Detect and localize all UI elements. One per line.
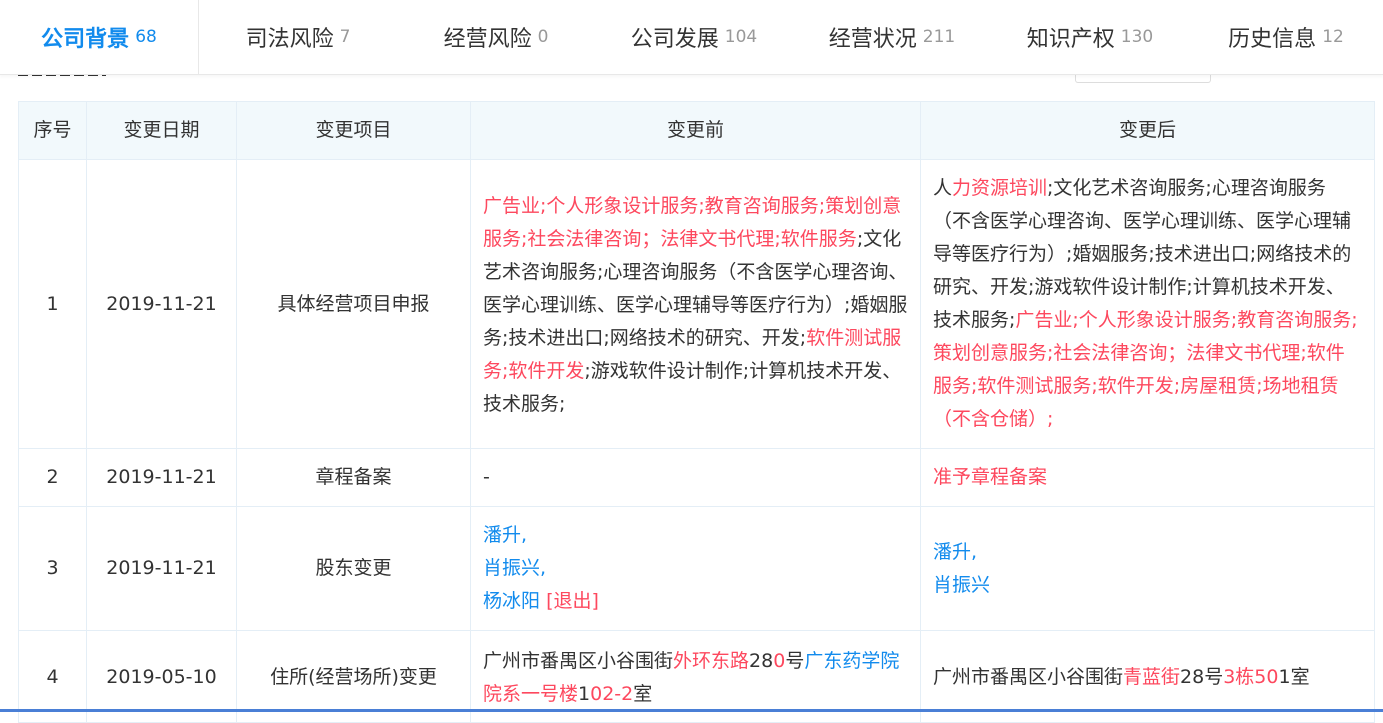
row-item: 股东变更 (236, 506, 471, 631)
row-item: 具体经营项目申报 (236, 159, 471, 449)
tab-company-development[interactable]: 公司发展 104 (595, 0, 793, 74)
before-segment: 院系一号楼 (483, 683, 579, 705)
table-row: 2 2019-11-21 章程备案 - 准予章程备案 (18, 448, 1375, 507)
tab-count: 7 (339, 27, 351, 47)
before-segment: 28 (749, 650, 774, 672)
header-after-change: 变更后 (920, 101, 1375, 160)
row-date: 2019-11-21 (86, 159, 237, 449)
exit-tag: [退出] (546, 590, 599, 612)
tab-intellectual-property[interactable]: 知识产权 130 (991, 0, 1189, 74)
before-segment: 02-2 (590, 683, 634, 705)
before-segment: 广告业;个人形象设计服务;教育咨询服务;策划创意服务;社会法律咨询；法律文书代理… (483, 194, 902, 250)
after-segment: 1室 (1278, 666, 1310, 688)
row-date: 2019-11-21 (86, 448, 237, 507)
tab-company-background[interactable]: 公司背景 68 (0, 0, 199, 74)
after-segment: 人 (933, 177, 953, 199)
before-segment: 室 (633, 683, 653, 705)
after-segment: 广州市番禺区小谷围街 (933, 666, 1124, 688)
header-index: 序号 (18, 101, 87, 160)
tab-count: 68 (135, 27, 157, 47)
tab-legal-risk[interactable]: 司法风险 7 (199, 0, 397, 74)
row-item: 章程备案 (236, 448, 471, 507)
tab-count: 130 (1120, 27, 1154, 47)
before-segment: 号 (785, 650, 805, 672)
row-date: 2019-11-21 (86, 506, 237, 631)
tab-label: 历史信息 (1228, 27, 1317, 52)
table-row: 3 2019-11-21 股东变更 潘升, 肖振兴, 杨冰阳 [退出] 潘升, … (18, 506, 1375, 631)
table-row: 1 2019-11-21 具体经营项目申报 广告业;个人形象设计服务;教育咨询服… (18, 159, 1375, 449)
tab-operating-status[interactable]: 经营状况 211 (793, 0, 991, 74)
after-content: 准予章程备案 (920, 448, 1375, 507)
after-segment: 28号 (1180, 666, 1224, 688)
header-change-date: 变更日期 (86, 101, 237, 160)
tab-label: 经营风险 (443, 27, 532, 52)
tab-count: 0 (537, 27, 549, 47)
after-segment: 3栋50 (1223, 666, 1279, 688)
tab-label: 公司发展 (630, 27, 719, 52)
change-records-table: 序号 变更日期 变更项目 变更前 变更后 1 2019-11-21 具体经营项目… (18, 101, 1375, 723)
header-change-item: 变更项目 (236, 101, 471, 160)
table-header-row: 序号 变更日期 变更项目 变更前 变更后 (18, 101, 1375, 160)
tab-count: 211 (922, 27, 956, 47)
shareholder-link[interactable]: 杨冰阳 (483, 590, 540, 612)
after-content: 人力资源培训;文化艺术咨询服务;心理咨询服务（不含医学心理咨询、医学心理训练、医… (920, 159, 1375, 449)
row-index: 2 (18, 448, 87, 507)
before-content: - (470, 448, 921, 507)
tab-label: 知识产权 (1026, 27, 1115, 52)
before-segment: 1 (578, 683, 591, 705)
header-before-change: 变更前 (470, 101, 921, 160)
row-index: 1 (18, 159, 87, 449)
before-segment: 0 (773, 650, 786, 672)
shareholder-link[interactable]: 肖振兴 (933, 574, 990, 596)
after-segment: 力资源培训 (952, 177, 1048, 199)
after-content: 潘升, 肖振兴 (920, 506, 1375, 631)
before-content: 广告业;个人形象设计服务;教育咨询服务;策划创意服务;社会法律咨询；法律文书代理… (470, 159, 921, 449)
shareholder-link[interactable]: 潘升, (483, 524, 527, 546)
tab-label: 经营状况 (828, 27, 917, 52)
tab-count: 12 (1322, 27, 1344, 47)
before-segment: 外环东路 (673, 650, 750, 672)
tab-label: 公司背景 (41, 27, 130, 52)
after-segment: 青蓝街 (1123, 666, 1181, 688)
shareholder-link[interactable]: 潘升, (933, 541, 977, 563)
before-content: 潘升, 肖振兴, 杨冰阳 [退出] (470, 506, 921, 631)
before-segment: 广东药学院 (804, 650, 900, 672)
tab-operating-risk[interactable]: 经营风险 0 (397, 0, 595, 74)
shareholder-link[interactable]: 肖振兴, (483, 557, 546, 579)
tab-count: 104 (724, 27, 758, 47)
after-segment: ;文化艺术咨询服务;心理咨询服务（不含医学心理咨询、医学心理训练、医学心理辅导等… (933, 177, 1352, 331)
tab-history[interactable]: 历史信息 12 (1189, 0, 1383, 74)
category-tabs: 公司背景 68 司法风险 7 经营风险 0 公司发展 104 经营状况 211 知识产权 1… (0, 0, 1383, 75)
row-index: 3 (18, 506, 87, 631)
tab-label: 司法风险 (245, 27, 334, 52)
before-segment: 广州市番禺区小谷围街 (483, 650, 674, 672)
